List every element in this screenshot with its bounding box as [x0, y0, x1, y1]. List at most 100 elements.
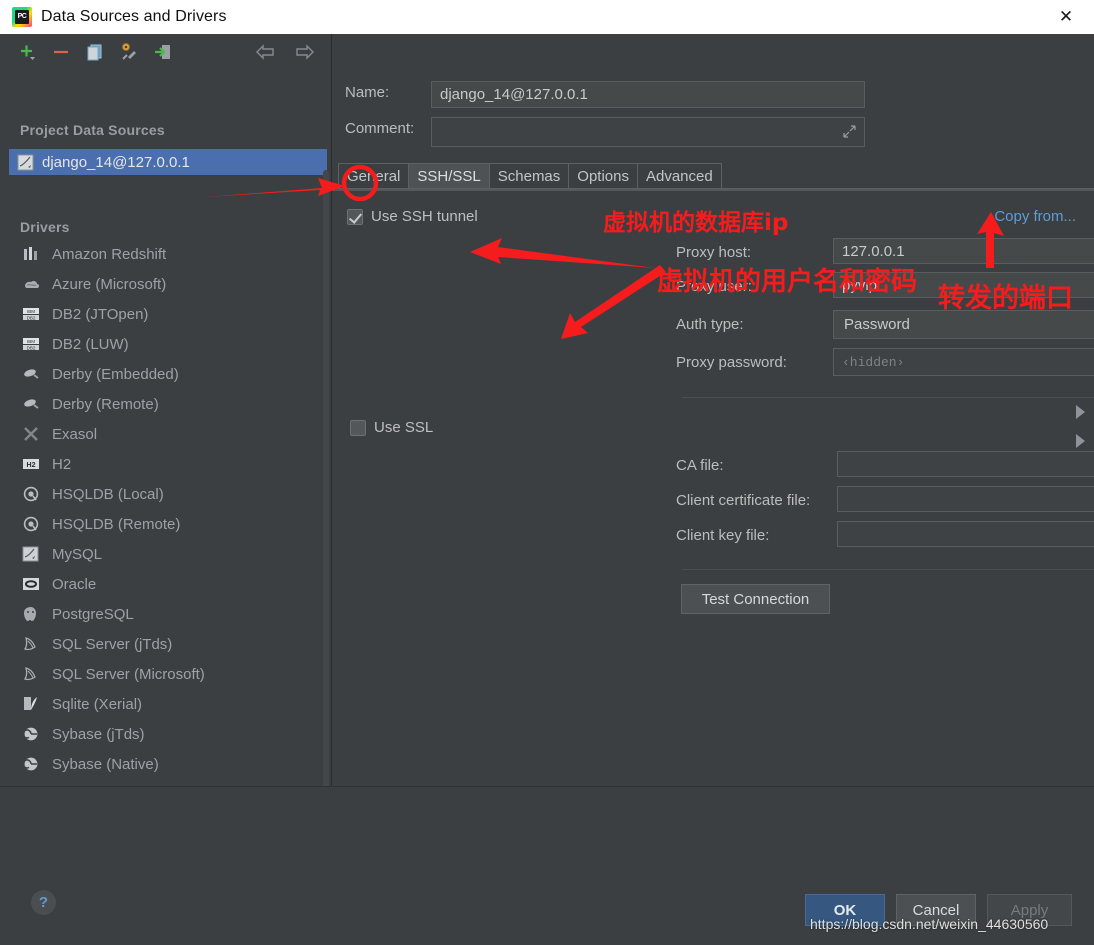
driver-list-item[interactable]: Oracle	[0, 569, 330, 599]
pycharm-icon: PC	[12, 7, 32, 27]
svg-text:IBM: IBM	[27, 339, 35, 344]
copy-button[interactable]	[82, 39, 108, 65]
use-ssl-label: Use SSL	[374, 419, 434, 436]
driver-list-item[interactable]: HSQLDB (Local)	[0, 479, 330, 509]
use-ssh-tunnel-label: Use SSH tunnel	[371, 208, 478, 225]
forward-arrow-button[interactable]	[292, 39, 318, 65]
remove-button[interactable]	[48, 39, 74, 65]
driver-list-item[interactable]: Derby (Remote)	[0, 389, 330, 419]
window-title: Data Sources and Drivers	[41, 8, 227, 25]
ssh-ssl-divider	[682, 397, 1094, 398]
panel-expand-triangle-icon-1[interactable]	[1076, 405, 1085, 419]
annotation-db-ip-text: 虚拟机的数据库ip	[603, 210, 789, 236]
auth-type-label: Auth type:	[676, 316, 744, 333]
driver-label: DB2 (LUW)	[52, 335, 129, 353]
driver-list-item[interactable]: IBM DB2 DB2 (JTOpen)	[0, 299, 330, 329]
tab-schemas[interactable]: Schemas	[489, 163, 570, 188]
close-icon[interactable]: ✕	[1038, 0, 1094, 34]
tab-general[interactable]: General	[338, 163, 410, 188]
driver-label: HSQLDB (Remote)	[52, 515, 181, 533]
data-source-item-django[interactable]: django_14@127.0.0.1	[9, 149, 327, 175]
driver-label: Derby (Embedded)	[52, 365, 179, 383]
driver-label: DB2 (JTOpen)	[52, 305, 149, 323]
driver-label: SQL Server (jTds)	[52, 635, 173, 653]
add-button[interactable]	[14, 39, 40, 65]
azure-icon	[20, 274, 42, 294]
client-key-input[interactable]	[837, 521, 1094, 547]
name-input[interactable]: django_14@127.0.0.1	[431, 81, 865, 108]
annotation-port-text: 转发的端口	[938, 283, 1073, 314]
driver-list-item[interactable]: IBM DB2 DB2 (LUW)	[0, 329, 330, 359]
use-ssh-tunnel-checkbox[interactable]	[347, 208, 363, 225]
hsqldb-icon	[20, 484, 42, 504]
test-connection-button[interactable]: Test Connection	[681, 584, 830, 614]
client-certificate-label: Client certificate file:	[676, 492, 811, 509]
hsqldb-icon	[20, 514, 42, 534]
left-toolbar	[0, 34, 332, 70]
comment-label: Comment:	[345, 120, 415, 137]
nav-arrows	[238, 34, 318, 70]
client-certificate-input[interactable]	[837, 486, 1094, 512]
proxy-password-input[interactable]: ‹hidden›	[833, 348, 1094, 376]
driver-list-item[interactable]: Sybase (jTds)	[0, 719, 330, 749]
tab-options[interactable]: Options	[569, 163, 638, 188]
driver-label: SQL Server (Microsoft)	[52, 665, 205, 683]
ca-file-input[interactable]	[837, 451, 1094, 477]
use-ssl-checkbox-row[interactable]: Use SSL	[350, 419, 433, 436]
driver-label: H2	[52, 455, 72, 473]
sqlserver-icon	[20, 664, 42, 684]
driver-list-item[interactable]: Sybase (Native)	[0, 749, 330, 779]
drivers-header: Drivers	[20, 219, 70, 235]
settings-tabs[interactable]: General SSH/SSL Schemas Options Advanced	[338, 163, 1094, 189]
sqlite-icon	[20, 694, 42, 714]
sqlserver-icon	[20, 634, 42, 654]
oracle-icon	[20, 574, 42, 594]
derby-icon	[20, 364, 42, 384]
driver-label: Sqlite (Xerial)	[52, 695, 143, 713]
derby-icon	[20, 394, 42, 414]
driver-label: Exasol	[52, 425, 98, 443]
driver-list-item[interactable]: HSQLDB (Remote)	[0, 509, 330, 539]
title-bar: PC Data Sources and Drivers ✕	[0, 0, 1094, 34]
sybase-icon	[20, 724, 42, 744]
tab-ssh-ssl[interactable]: SSH/SSL	[409, 163, 490, 188]
driver-list-item[interactable]: Sqlite (Xerial)	[0, 689, 330, 719]
mysql-icon	[17, 154, 34, 171]
import-button[interactable]	[150, 39, 176, 65]
exasol-icon	[20, 424, 42, 444]
ssl-test-divider	[682, 569, 1094, 570]
client-key-label: Client key file:	[676, 527, 770, 544]
use-ssh-tunnel-checkbox-row[interactable]: Use SSH tunnel	[347, 208, 478, 225]
comment-input[interactable]	[431, 117, 865, 147]
driver-label: Amazon Redshift	[52, 245, 167, 263]
driver-list-item[interactable]: SQL Server (jTds)	[0, 629, 330, 659]
project-data-sources-header: Project Data Sources	[20, 122, 165, 138]
driver-list-item[interactable]: SQL Server (Microsoft)	[0, 659, 330, 689]
driver-list-item[interactable]: Exasol	[0, 419, 330, 449]
driver-list-item[interactable]: PostgreSQL	[0, 599, 330, 629]
svg-text:IBM: IBM	[27, 309, 35, 314]
left-panel-scrollbar[interactable]	[323, 170, 329, 790]
driver-list-item[interactable]: H2 H2	[0, 449, 330, 479]
driver-list-item[interactable]: MySQL	[0, 539, 330, 569]
postgresql-icon	[20, 604, 42, 624]
back-arrow-button[interactable]	[252, 39, 278, 65]
tab-advanced[interactable]: Advanced	[637, 163, 722, 188]
copy-from-link[interactable]: Copy from...	[994, 208, 1076, 225]
drivers-list[interactable]: Amazon Redshift Azure (Microsoft) IBM DB2 DB…	[0, 239, 330, 784]
driver-list-item[interactable]: Amazon Redshift	[0, 239, 330, 269]
help-button[interactable]: ?	[31, 890, 56, 915]
annotation-user-pass-text: 虚拟机的用户名和密码	[657, 267, 918, 297]
driver-label: Oracle	[52, 575, 97, 593]
h2-icon: H2	[20, 454, 42, 474]
panel-expand-triangle-icon-2[interactable]	[1076, 434, 1085, 448]
driver-properties-button[interactable]	[116, 39, 142, 65]
driver-list-item[interactable]: Azure (Microsoft)	[0, 269, 330, 299]
sybase-icon	[20, 754, 42, 774]
expand-icon[interactable]	[843, 125, 856, 141]
name-label: Name:	[345, 84, 390, 101]
driver-label: MySQL	[52, 545, 103, 563]
use-ssl-checkbox[interactable]	[350, 419, 366, 436]
driver-list-item[interactable]: Derby (Embedded)	[0, 359, 330, 389]
data-source-label: django_14@127.0.0.1	[42, 153, 190, 171]
